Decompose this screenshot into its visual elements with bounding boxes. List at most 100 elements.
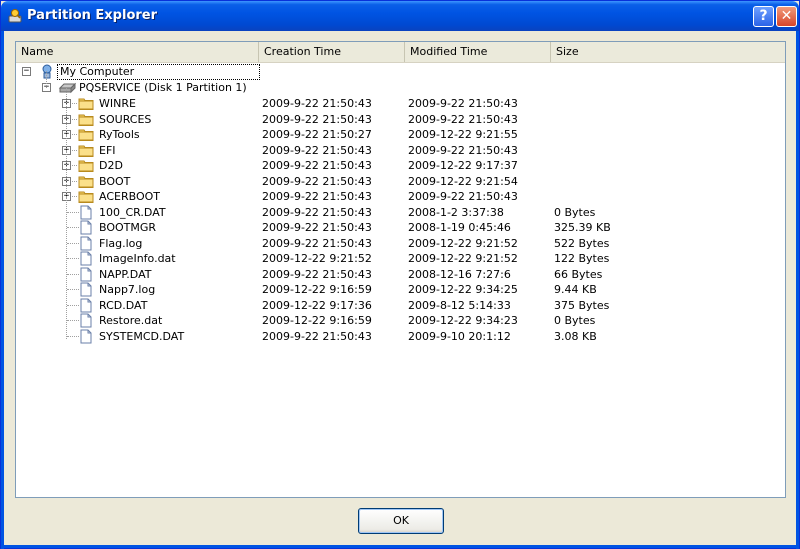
partition-explorer-window: Partition Explorer ? ✕ Name Creation Tim… [0, 0, 800, 549]
size: 9.44 KB [554, 283, 597, 296]
modified-time: 2009-9-22 21:50:43 [408, 113, 518, 126]
file-icon [80, 313, 92, 328]
folder-name: EFI [99, 144, 116, 157]
file-icon [80, 298, 92, 313]
size: 122 Bytes [554, 252, 610, 265]
folder-row[interactable]: + EFI 2009-9-22 21:50:43 2009-9-22 21:50:43 [16, 143, 785, 158]
tree-line [67, 243, 79, 244]
window-frame-left [1, 31, 4, 549]
file-icon [80, 220, 92, 235]
modified-time: 2009-9-22 21:50:43 [408, 97, 518, 110]
file-row[interactable]: RCD.DAT 2009-12-22 9:17:36 2009-8-12 5:14:… [16, 298, 785, 313]
file-row[interactable]: ImageInfo.dat 2009-12-22 9:21:52 2009-12-2… [16, 251, 785, 266]
file-name: Flag.log [99, 237, 143, 250]
creation-time: 2009-12-22 9:16:59 [262, 314, 372, 327]
folder-icon [78, 114, 94, 126]
file-icon [80, 282, 92, 297]
tree-line [67, 305, 79, 306]
modified-time: 2009-12-22 9:34:23 [408, 314, 518, 327]
creation-time: 2009-12-22 9:21:52 [262, 252, 372, 265]
folder-row[interactable]: + ACERBOOT 2009-9-22 21:50:43 2009-9-22 21:… [16, 189, 785, 204]
folder-icon [78, 160, 94, 172]
file-name: SYSTEMCD.DAT [99, 330, 185, 343]
tree-line [67, 258, 79, 259]
tree-line [67, 320, 79, 321]
file-row[interactable]: SYSTEMCD.DAT 2009-9-22 21:50:43 2009-9-10 … [16, 329, 785, 344]
file-name: Restore.dat [99, 314, 163, 327]
folder-name: D2D [99, 159, 123, 172]
modified-time: 2009-12-22 9:21:55 [408, 128, 518, 141]
file-row[interactable]: 100_CR.DAT 2009-9-22 21:50:43 2008-1-2 3:3… [16, 205, 785, 220]
folder-icon [78, 98, 94, 110]
file-row[interactable]: NAPP.DAT 2009-9-22 21:50:43 2008-12-16 7:2… [16, 267, 785, 282]
collapse-root-toggle[interactable]: − [22, 67, 31, 76]
close-button[interactable]: ✕ [776, 6, 797, 27]
modified-time: 2009-9-10 20:1:12 [408, 330, 511, 343]
tree-row-root[interactable]: − My Computer [16, 64, 785, 80]
partition-explorer-icon [8, 9, 22, 23]
file-name: ImageInfo.dat [99, 252, 176, 265]
window-title: Partition Explorer [27, 8, 158, 23]
creation-time: 2009-9-22 21:50:27 [262, 128, 372, 141]
column-size[interactable]: Size [551, 42, 785, 62]
modified-time: 2009-12-22 9:21:54 [408, 175, 518, 188]
tree-row-partition[interactable]: − PQSERVICE (Disk 1 Partition 1) [16, 80, 785, 95]
creation-time: 2009-9-22 21:50:43 [262, 190, 372, 203]
modified-time: 2009-8-12 5:14:33 [408, 299, 511, 312]
folder-name: RyTools [99, 128, 140, 141]
size: 0 Bytes [554, 206, 596, 219]
file-row[interactable]: Restore.dat 2009-12-22 9:16:59 2009-12-22 … [16, 313, 785, 328]
creation-time: 2009-9-22 21:50:43 [262, 237, 372, 250]
help-button[interactable]: ? [753, 6, 774, 27]
tree-line [67, 227, 79, 228]
creation-time: 2009-9-22 21:50:43 [262, 268, 372, 281]
file-icon [80, 205, 92, 220]
column-name[interactable]: Name [16, 42, 259, 62]
folder-icon [78, 176, 94, 188]
tree-line [67, 212, 79, 213]
folder-icon [78, 191, 94, 203]
computer-icon [42, 64, 52, 79]
creation-time: 2009-9-22 21:50:43 [262, 113, 372, 126]
folder-name: BOOT [99, 175, 131, 188]
creation-time: 2009-9-22 21:50:43 [262, 206, 372, 219]
title-bar[interactable]: Partition Explorer ? ✕ [1, 1, 799, 31]
tree-line [66, 88, 67, 339]
folder-row[interactable]: + RyTools 2009-9-22 21:50:27 2009-12-22 9:2… [16, 127, 785, 142]
file-icon [80, 329, 92, 344]
modified-time: 2009-12-22 9:17:37 [408, 159, 518, 172]
size: 375 Bytes [554, 299, 610, 312]
file-row[interactable]: BOOTMGR 2009-9-22 21:50:43 2008-1-19 0:45:… [16, 220, 785, 235]
window-frame-bottom [1, 545, 799, 548]
folder-row[interactable]: + D2D 2009-9-22 21:50:43 2009-12-22 9:17:37 [16, 158, 785, 173]
file-icon [80, 251, 92, 266]
folder-name: SOURCES [99, 113, 152, 126]
modified-time: 2009-9-22 21:50:43 [408, 144, 518, 157]
creation-time: 2009-9-22 21:50:43 [262, 330, 372, 343]
folder-icon [78, 129, 94, 141]
root-label: My Computer [60, 65, 135, 78]
tree-line [67, 289, 79, 290]
creation-time: 2009-9-22 21:50:43 [262, 175, 372, 188]
column-modified-time[interactable]: Modified Time [405, 42, 551, 62]
file-row[interactable]: Napp7.log 2009-12-22 9:16:59 2009-12-22 9:… [16, 282, 785, 297]
size: 522 Bytes [554, 237, 610, 250]
size: 3.08 KB [554, 330, 597, 343]
creation-time: 2009-9-22 21:50:43 [262, 159, 372, 172]
folder-row[interactable]: + WINRE 2009-9-22 21:50:43 2009-9-22 21:50:… [16, 96, 785, 111]
modified-time: 2008-1-2 3:37:38 [408, 206, 504, 219]
file-name: NAPP.DAT [99, 268, 152, 281]
column-creation-time[interactable]: Creation Time [259, 42, 405, 62]
window-frame-right [796, 31, 799, 549]
modified-time: 2008-1-19 0:45:46 [408, 221, 511, 234]
creation-time: 2009-9-22 21:50:43 [262, 144, 372, 157]
tree-line [67, 336, 79, 337]
folder-row[interactable]: + BOOT 2009-9-22 21:50:43 2009-12-22 9:21:5… [16, 174, 785, 189]
partition-tree-list[interactable]: Name Creation Time Modified Time Size − … [15, 41, 786, 498]
ok-button[interactable]: OK [358, 508, 444, 534]
folder-name: WINRE [99, 97, 136, 110]
file-row[interactable]: Flag.log 2009-9-22 21:50:43 2009-12-22 9:2… [16, 236, 785, 251]
modified-time: 2009-12-22 9:21:52 [408, 237, 518, 250]
folder-row[interactable]: + SOURCES 2009-9-22 21:50:43 2009-9-22 21:5… [16, 112, 785, 127]
file-name: BOOTMGR [99, 221, 157, 234]
